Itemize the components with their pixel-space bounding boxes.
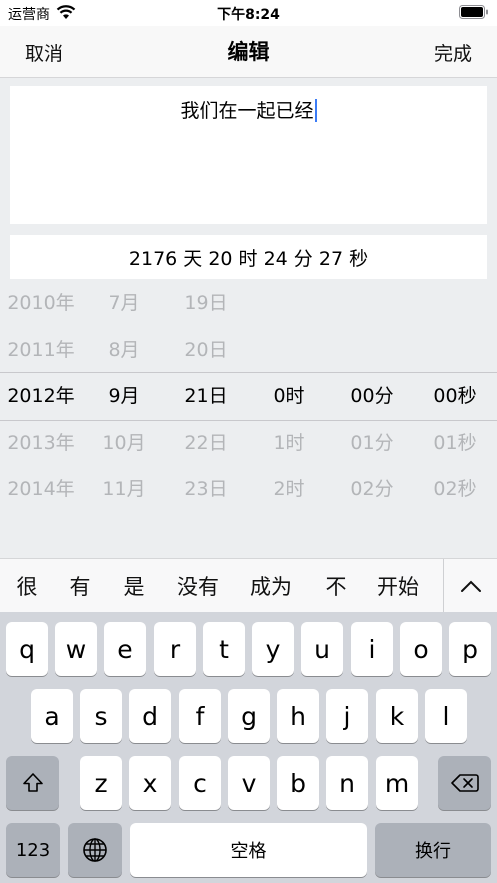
picker-column-minute[interactable]: 00分 01分 02分 bbox=[332, 280, 412, 558]
key-i[interactable]: i bbox=[351, 622, 393, 676]
picker-hour-option[interactable] bbox=[249, 327, 329, 373]
key-z[interactable]: z bbox=[80, 756, 122, 810]
picker-minute-option[interactable] bbox=[332, 327, 412, 373]
key-r[interactable]: r bbox=[154, 622, 196, 676]
key-u[interactable]: u bbox=[301, 622, 343, 676]
key-a[interactable]: a bbox=[31, 689, 73, 743]
picker-month-option[interactable]: 10月 bbox=[84, 420, 164, 466]
key-m[interactable]: m bbox=[376, 756, 418, 810]
picker-second-option[interactable]: 02秒 bbox=[415, 466, 495, 512]
key-w[interactable]: w bbox=[55, 622, 97, 676]
key-f[interactable]: f bbox=[179, 689, 221, 743]
picker-second-option[interactable] bbox=[415, 327, 495, 373]
key-l[interactable]: l bbox=[425, 689, 467, 743]
candidate-word[interactable]: 没有 bbox=[158, 571, 238, 601]
key-t[interactable]: t bbox=[203, 622, 245, 676]
picker-month-option[interactable]: 9月 bbox=[84, 373, 164, 419]
elapsed-time-text: 2176 天 20 时 24 分 27 秒 bbox=[128, 247, 369, 270]
key-g[interactable]: g bbox=[228, 689, 270, 743]
backspace-icon bbox=[450, 774, 479, 792]
cancel-button[interactable]: 取消 bbox=[25, 39, 63, 66]
picker-day-option[interactable]: 21日 bbox=[166, 373, 246, 419]
nav-bar: 取消 编辑 完成 bbox=[0, 26, 497, 78]
picker-day-option[interactable]: 23日 bbox=[166, 466, 246, 512]
numbers-key[interactable]: 123 bbox=[6, 823, 60, 877]
key-k[interactable]: k bbox=[376, 689, 418, 743]
picker-minute-option[interactable]: 02分 bbox=[332, 466, 412, 512]
picker-second-option[interactable]: 00秒 bbox=[415, 373, 495, 419]
picker-column-year[interactable]: 2010年 2011年 2012年 2013年 2014年 bbox=[1, 280, 81, 558]
picker-year-option[interactable]: 2014年 bbox=[1, 466, 81, 512]
space-key[interactable]: 空格 bbox=[130, 823, 367, 877]
picker-month-option[interactable]: 8月 bbox=[84, 327, 164, 373]
key-b[interactable]: b bbox=[277, 756, 319, 810]
shift-icon bbox=[22, 773, 43, 792]
key-o[interactable]: o bbox=[400, 622, 442, 676]
key-y[interactable]: y bbox=[252, 622, 294, 676]
date-time-picker[interactable]: 2010年 2011年 2012年 2013年 2014年 7月 8月 9月 10月 11月 19日… bbox=[0, 280, 497, 558]
picker-column-hour[interactable]: 0时 1时 2时 bbox=[249, 280, 329, 558]
picker-second-option[interactable]: 01秒 bbox=[415, 420, 495, 466]
picker-month-option[interactable]: 11月 bbox=[84, 466, 164, 512]
key-v[interactable]: v bbox=[228, 756, 270, 810]
picker-minute-option[interactable]: 00分 bbox=[332, 373, 412, 419]
done-button[interactable]: 完成 bbox=[434, 39, 472, 66]
picker-day-option[interactable]: 22日 bbox=[166, 420, 246, 466]
key-j[interactable]: j bbox=[326, 689, 368, 743]
candidate-bar: 很有是没有 成为不开始 bbox=[0, 558, 497, 613]
key-n[interactable]: n bbox=[326, 756, 368, 810]
editor-text: 我们在一起已经 bbox=[180, 100, 314, 122]
key-p[interactable]: p bbox=[449, 622, 491, 676]
key-d[interactable]: d bbox=[129, 689, 171, 743]
return-key[interactable]: 换行 bbox=[375, 823, 491, 877]
picker-hour-option[interactable]: 1时 bbox=[249, 420, 329, 466]
battery-icon bbox=[459, 5, 488, 19]
key-e[interactable]: e bbox=[104, 622, 146, 676]
picker-second-option[interactable] bbox=[415, 280, 495, 326]
chevron-up-icon bbox=[460, 580, 481, 592]
globe-key[interactable] bbox=[68, 823, 122, 877]
picker-month-option[interactable]: 7月 bbox=[84, 280, 164, 326]
key-q[interactable]: q bbox=[6, 622, 48, 676]
picker-day-option[interactable]: 19日 bbox=[166, 280, 246, 326]
status-bar: 运营商 下午8:24 bbox=[0, 0, 497, 26]
key-c[interactable]: c bbox=[179, 756, 221, 810]
text-editor[interactable]: 我们在一起已经 bbox=[10, 86, 487, 224]
clock-label: 下午8:24 bbox=[217, 7, 280, 23]
picker-hour-option[interactable]: 0时 bbox=[249, 373, 329, 419]
delete-key[interactable] bbox=[438, 756, 491, 810]
key-x[interactable]: x bbox=[129, 756, 171, 810]
picker-hour-option[interactable]: 2时 bbox=[249, 466, 329, 512]
editor-content: 我们在一起已经 bbox=[10, 96, 487, 123]
elapsed-time-display: 2176 天 20 时 24 分 27 秒 bbox=[10, 235, 487, 279]
key-h[interactable]: h bbox=[277, 689, 319, 743]
picker-day-option[interactable]: 20日 bbox=[166, 327, 246, 373]
picker-minute-option[interactable]: 01分 bbox=[332, 420, 412, 466]
picker-hour-option[interactable] bbox=[249, 280, 329, 326]
picker-minute-option[interactable] bbox=[332, 280, 412, 326]
key-s[interactable]: s bbox=[80, 689, 122, 743]
candidate-word[interactable]: 开始 bbox=[358, 571, 438, 601]
picker-year-option[interactable]: 2012年 bbox=[1, 373, 81, 419]
picker-column-day[interactable]: 19日 20日 21日 22日 23日 bbox=[166, 280, 246, 558]
text-cursor bbox=[314, 99, 317, 122]
shift-key[interactable] bbox=[6, 756, 59, 810]
picker-year-option[interactable]: 2013年 bbox=[1, 420, 81, 466]
picker-year-option[interactable]: 2011年 bbox=[1, 327, 81, 373]
picker-year-option[interactable]: 2010年 bbox=[1, 280, 81, 326]
expand-candidates-button[interactable] bbox=[444, 559, 497, 613]
picker-column-second[interactable]: 00秒 01秒 02秒 bbox=[415, 280, 495, 558]
keyboard: 123 空格 换行 qwertyuiop asdfghjkl zxcvbnm bbox=[0, 612, 497, 883]
picker-column-month[interactable]: 7月 8月 9月 10月 11月 bbox=[84, 280, 164, 558]
page-title: 编辑 bbox=[227, 40, 270, 64]
globe-icon bbox=[83, 838, 107, 862]
